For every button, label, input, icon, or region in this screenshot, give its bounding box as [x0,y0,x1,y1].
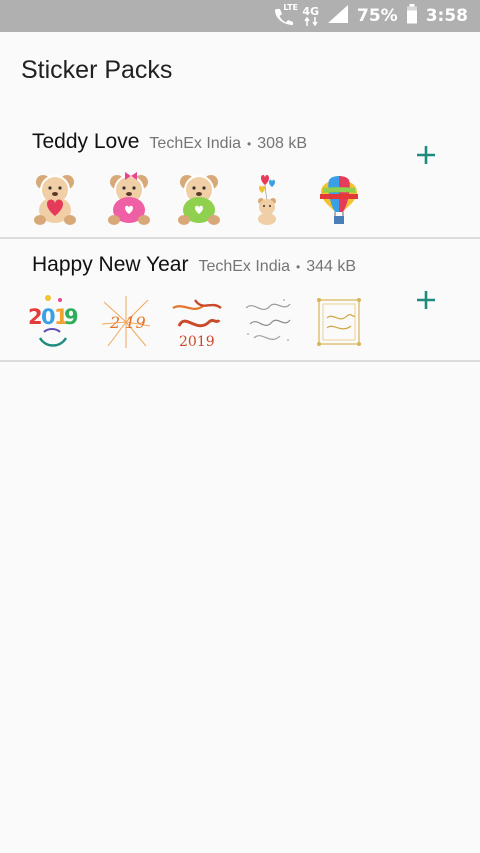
page-title: Sticker Packs [21,56,173,84]
sticker-pack-teddy-love[interactable]: Teddy Love TechEx India • 308 kB [0,118,480,239]
status-bar: LTE 4G 75% 3:58 [0,0,480,32]
new-2019-fireworks-sticker: 2 19 [101,296,151,348]
meta-separator: • [247,137,252,151]
happy-new-year-2019-orange-sticker: 2019 [172,299,222,350]
sticker-tray [0,170,400,230]
pack-size: 344 kB [306,258,357,275]
hot-air-balloon-sticker [320,176,358,224]
battery-icon [406,4,418,28]
teddy-green-shirt-sticker [178,175,220,225]
signal-icon [327,4,349,28]
pack-publisher: TechEx India [149,135,242,152]
svg-text:9: 9 [64,305,79,329]
svg-text:2 19: 2 19 [109,313,146,332]
pack-name: Happy New Year [32,253,189,276]
sticker-tray: 2 0 1 9 2 19 2019 [0,294,400,354]
pack-header: Happy New Year TechEx India • 344 kB [32,253,356,277]
network-label: 4G [302,5,319,18]
teddy-balloons-sticker [258,175,276,225]
meta-separator: • [296,260,301,274]
pack-header: Teddy Love TechEx India • 308 kB [32,130,307,154]
teddy-pink-bow-sticker [108,172,150,225]
teddy-love-you-sticker [34,175,76,225]
add-icon[interactable] [414,143,438,167]
4g-data-icon: 4G [302,6,319,26]
clock: 3:58 [425,6,468,26]
pack-meta: TechEx India • 344 kB [198,258,356,276]
pack-meta: TechEx India • 308 kB [149,135,307,153]
add-icon[interactable] [414,288,438,312]
happy-new-year-gold-frame-sticker [317,298,361,346]
happy-new-year-2019-colorful-sticker: 2 0 1 9 [28,295,79,347]
pack-publisher: TechEx India [198,258,291,275]
pack-name: Teddy Love [32,130,140,153]
call-lte-icon: LTE [272,4,298,26]
battery-percent: 75% [357,6,398,26]
sticker-pack-happy-new-year[interactable]: Happy New Year TechEx India • 344 kB 2 0… [0,239,480,362]
lte-label: LTE [283,3,299,12]
svg-text:2019: 2019 [179,334,215,350]
happy-new-year-script-sticker [245,299,291,341]
pack-size: 308 kB [257,135,308,152]
